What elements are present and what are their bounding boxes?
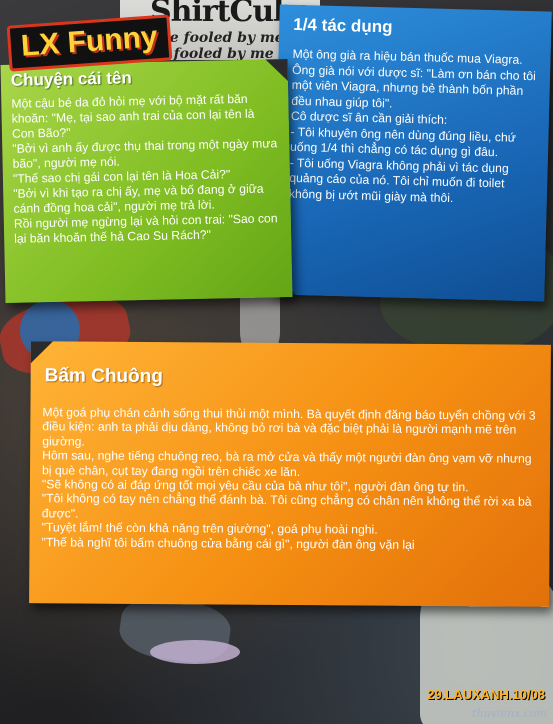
note-paragraph: Rồi người mẹ ngừng lại và hỏi con trai: … xyxy=(13,211,278,246)
note-name-story: Chuyện cái tên Một cậu bé da đỏ hỏi mẹ v… xyxy=(0,59,293,303)
watermark: thuvienx.com xyxy=(472,707,547,720)
note-title: Chuyện cái tên xyxy=(10,68,132,90)
note-paragraph: "Thế bà nghĩ tôi bấm chuông cửa bằng cái… xyxy=(41,534,415,552)
note-doorbell: Bấm Chuông Một goá phụ chán cảnh sống th… xyxy=(29,341,551,607)
note-paragraph: "Tôi không có tay nên chẳng thể đánh bà.… xyxy=(41,491,532,521)
note-paragraph: Một ông già ra hiệu bán thuốc mua Viagra… xyxy=(291,46,537,110)
page-curl xyxy=(265,59,288,82)
sneaker-shape xyxy=(150,640,240,664)
note-title: Bấm Chuông xyxy=(44,365,163,388)
issue-label: 29.LAUXANH.10/08 xyxy=(427,687,545,702)
shirt-line: be fooled by me xyxy=(160,30,284,46)
note-quarter-effect: 1/4 tác dụng Một ông già ra hiệu bán thu… xyxy=(272,4,552,302)
note-paragraph: - Tôi uống Viagra không phải vì tác dụng… xyxy=(288,155,509,205)
note-paragraph: Một goá phụ chán cảnh sống thui thủi một… xyxy=(42,405,536,449)
page-curl xyxy=(30,341,53,364)
note-paragraph: Hôm sau, nghe tiếng chuông reo, bà ra mở… xyxy=(41,448,532,479)
note-paragraph: Một cậu bé da đỏ hỏi mẹ với bộ mặt rất b… xyxy=(11,91,255,141)
note-title: 1/4 tác dụng xyxy=(293,14,393,37)
page: ShirtCube be fooled by me be fooled by m… xyxy=(0,0,553,724)
logo-text: LX Funny xyxy=(19,20,159,63)
